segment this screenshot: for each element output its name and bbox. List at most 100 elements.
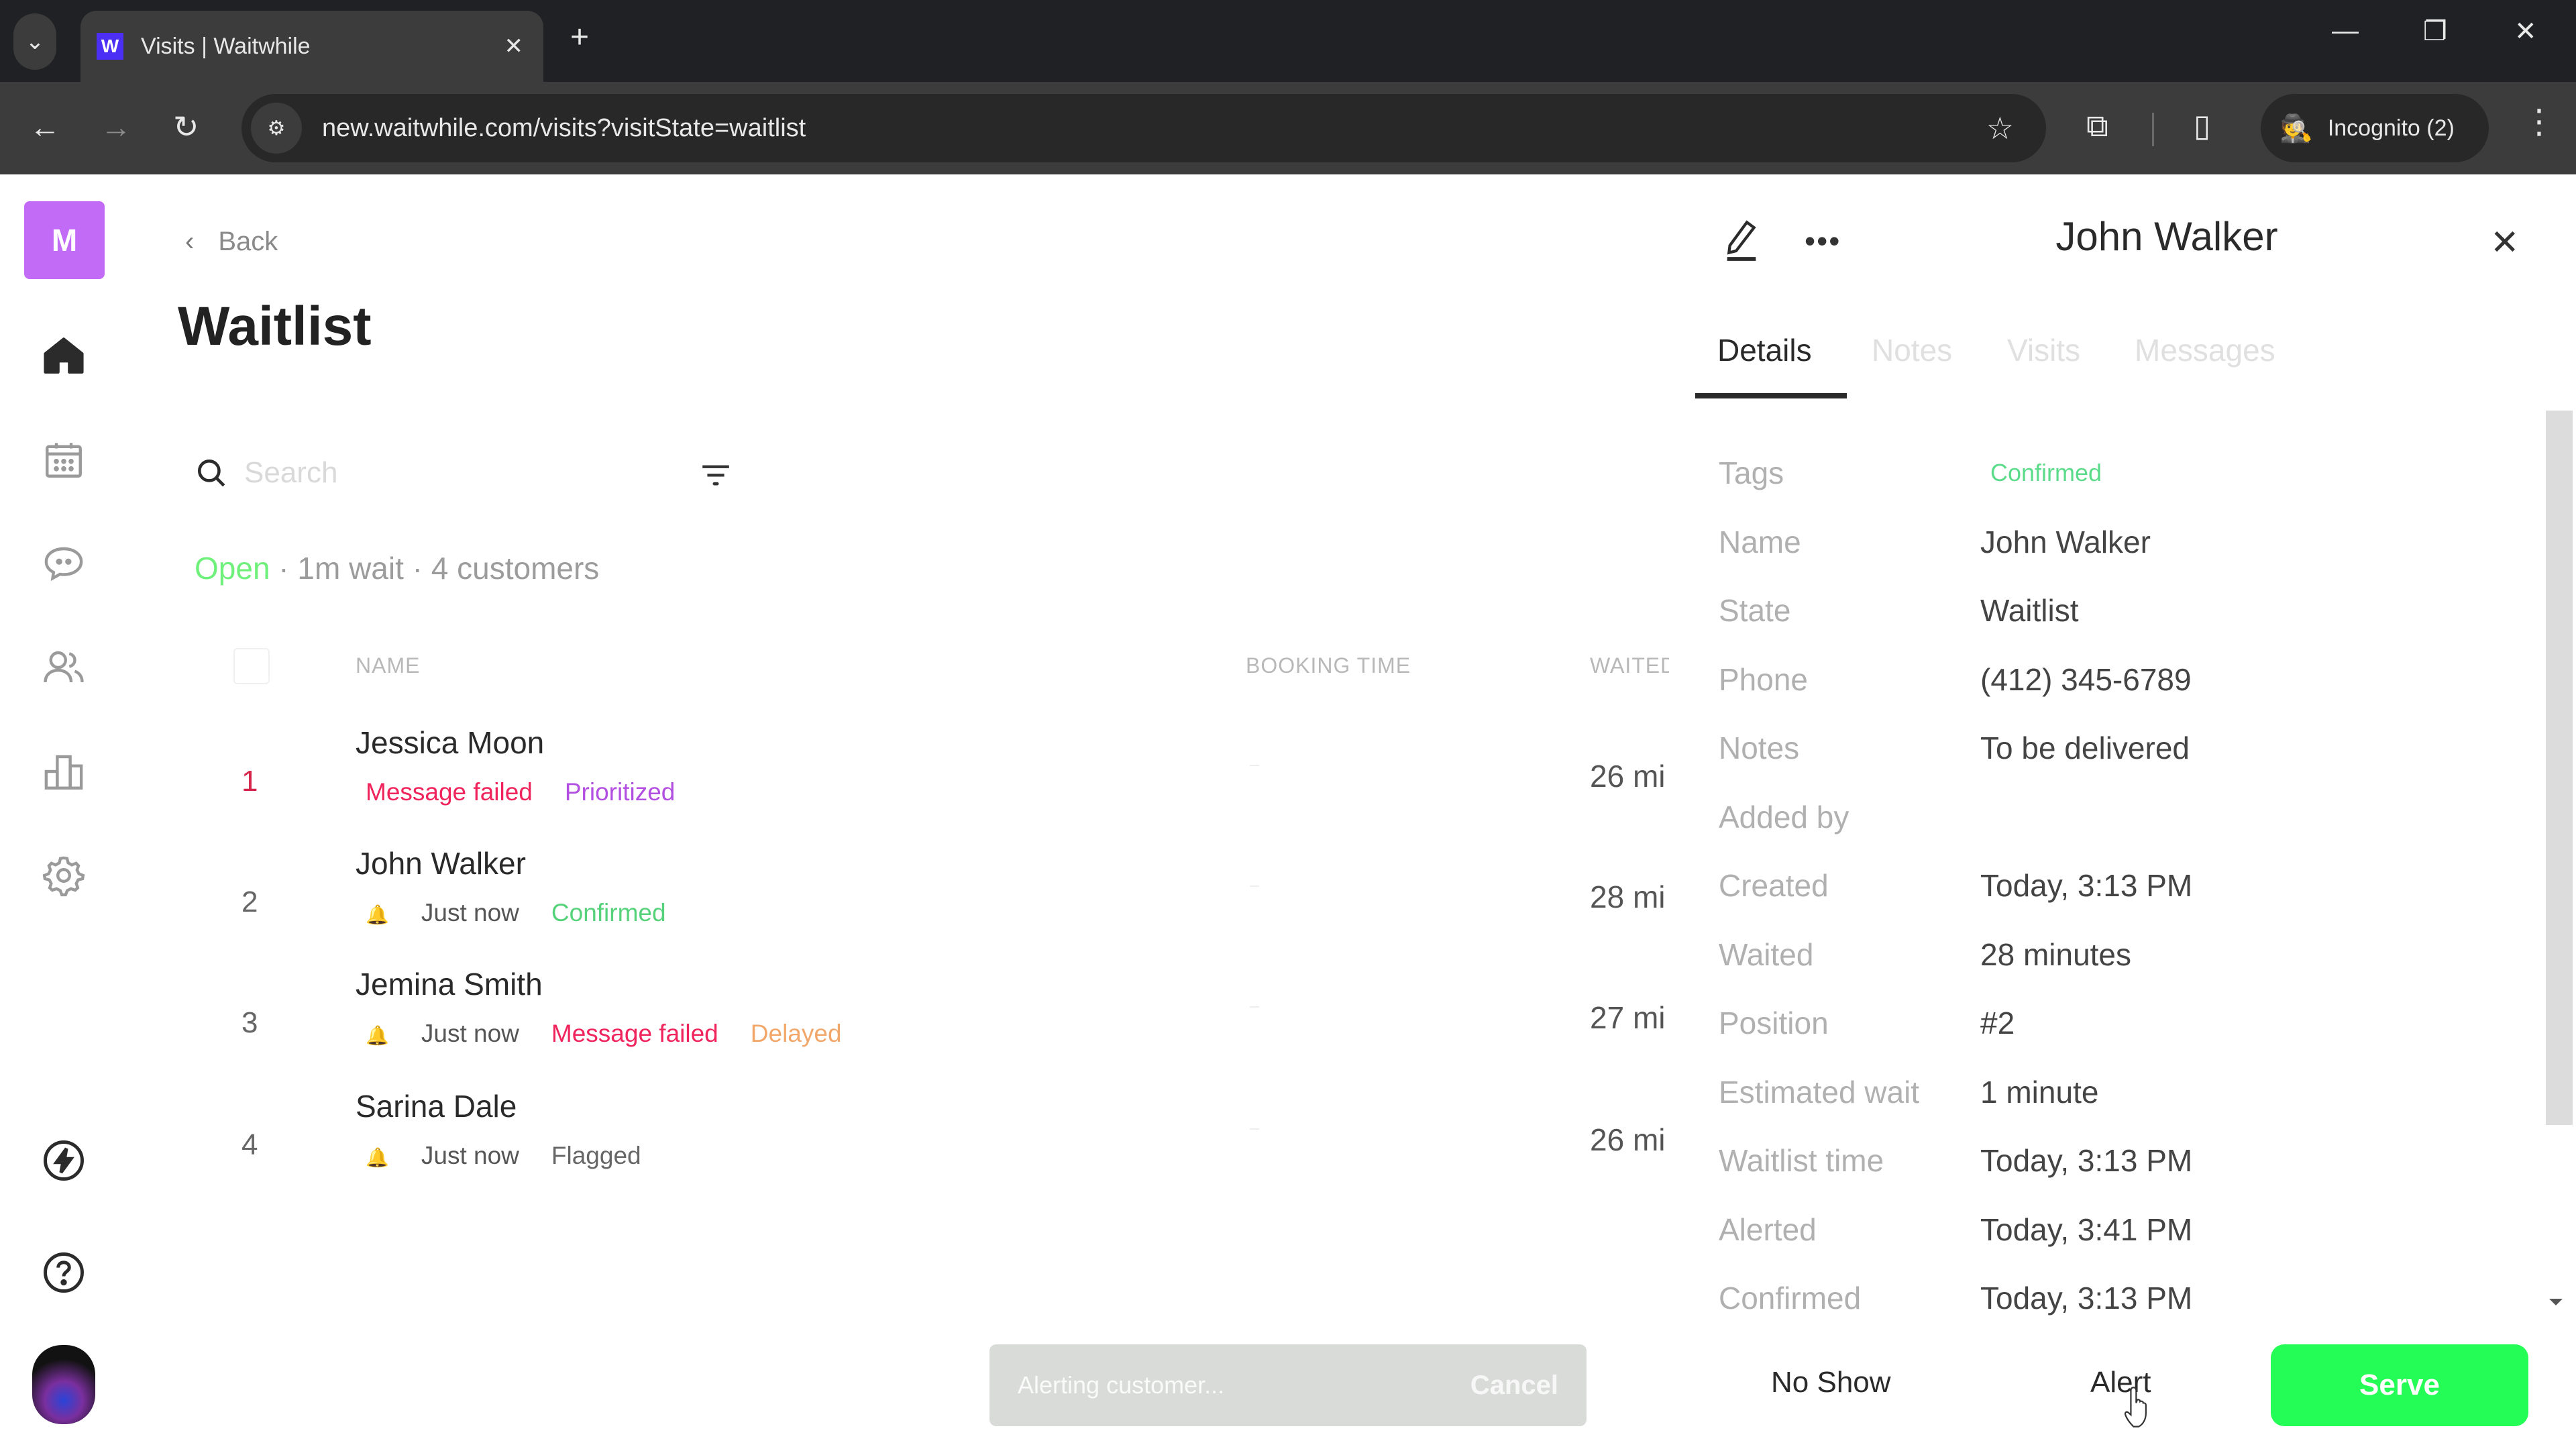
user-avatar[interactable] [32, 1345, 95, 1424]
detail-label: Created [1719, 868, 1829, 903]
customer-name[interactable]: Jemina Smith [356, 966, 543, 1002]
waitwhile-favicon-icon: W [97, 33, 123, 60]
alert-time: Just now [421, 899, 519, 926]
detail-label: Alerted [1719, 1212, 1817, 1247]
new-tab-button[interactable]: + [570, 19, 589, 56]
tab-messages[interactable]: Messages [2135, 332, 2275, 368]
alert-status: 🔔 Just now [366, 1020, 519, 1048]
browser-toolbar: ← → ↻ ⚙ new.waitwhile.com/visits?visitSt… [0, 82, 2576, 174]
serve-button[interactable]: Serve [2271, 1344, 2528, 1426]
search-icon [198, 460, 225, 487]
scroll-down-arrow-icon[interactable] [2549, 1299, 2563, 1305]
column-header-name[interactable]: NAME [356, 653, 420, 678]
alert-time: Just now [421, 1020, 519, 1047]
detail-value: 28 minutes [1980, 937, 2132, 972]
calendar-icon[interactable] [37, 433, 91, 486]
tag-delayed: Delayed [750, 1020, 842, 1047]
alerting-toast: Alerting customer... Cancel [989, 1344, 1587, 1426]
location-logo[interactable]: M [24, 201, 105, 279]
customer-name[interactable]: John Walker [356, 845, 526, 881]
detail-row-added-by: Added by [1719, 799, 2510, 839]
more-options-icon[interactable]: ••• [1805, 223, 1841, 259]
detail-label: Phone [1719, 662, 1809, 697]
back-label: Back [218, 227, 278, 256]
search-input[interactable] [244, 456, 647, 490]
detail-label: Estimated wait [1719, 1075, 1920, 1110]
booking-time-empty [1250, 765, 1259, 766]
reload-icon[interactable]: ↻ [173, 109, 199, 145]
table-row[interactable]: 3 Jemina Smith 🔔 Just now Message failed Dela… [178, 966, 1674, 1087]
tab-visits[interactable]: Visits [2007, 332, 2080, 368]
detail-label: Added by [1719, 800, 1849, 835]
customer-name[interactable]: Sarina Dale [356, 1088, 517, 1124]
customer-name[interactable]: Jessica Moon [356, 724, 544, 761]
back-link[interactable]: ‹ Back [185, 227, 278, 257]
queue-position: 4 [241, 1128, 258, 1161]
alert-status: 🔔 Just now [366, 1142, 519, 1170]
detail-label: Position [1719, 1006, 1829, 1040]
browser-tab-active[interactable]: W Visits | Waitwhile ✕ [80, 11, 543, 82]
address-bar[interactable]: ⚙ new.waitwhile.com/visits?visitState=wa… [241, 94, 2046, 162]
minimize-icon[interactable]: — [2332, 16, 2359, 46]
browser-menu-icon[interactable]: ⋮ [2522, 102, 2556, 141]
bookmark-star-icon[interactable]: ☆ [1986, 110, 2014, 146]
home-icon[interactable] [37, 329, 91, 382]
alert-status: 🔔 Just now [366, 899, 519, 927]
column-header-waited[interactable]: WAITED [1590, 653, 1669, 678]
close-panel-icon[interactable]: ✕ [2490, 223, 2520, 263]
open-status: Open [195, 551, 270, 586]
restore-icon[interactable]: ❐ [2423, 16, 2447, 47]
detail-label: Notes [1719, 731, 1800, 765]
edit-pencil-icon[interactable] [1723, 219, 1760, 262]
detail-value: Today, 3:41 PM [1980, 1212, 2193, 1247]
analytics-icon[interactable] [37, 745, 91, 798]
no-show-button[interactable]: No Show [1771, 1366, 1891, 1399]
row-tags: 🔔 Just now Message failed Delayed [366, 1020, 874, 1048]
tag-flagged: Flagged [551, 1142, 641, 1169]
back-arrow-icon[interactable]: ← [30, 109, 60, 145]
settings-gear-icon[interactable] [37, 849, 91, 902]
detail-value: Today, 3:13 PM [1980, 868, 2193, 903]
search-bar [195, 449, 731, 496]
waited-time: 27 mi [1590, 1000, 1666, 1035]
column-header-booking-time[interactable]: BOOKING TIME [1246, 653, 1411, 678]
url-text[interactable]: new.waitwhile.com/visits?visitState=wait… [322, 114, 1986, 143]
bell-icon: 🔔 [366, 1147, 389, 1168]
incognito-badge[interactable]: 🕵 Incognito (2) [2261, 94, 2489, 162]
detail-label: Waited [1719, 937, 1814, 972]
detail-row-state: State Waitlist [1719, 592, 2510, 633]
site-info-icon[interactable]: ⚙ [251, 103, 302, 154]
panel-scrollbar-thumb[interactable] [2546, 411, 2573, 1125]
row-tags: 🔔 Just now Confirmed [366, 899, 698, 927]
detail-value: #2 [1980, 1006, 2015, 1040]
hand-cursor-icon [2124, 1387, 2147, 1428]
cancel-alert-button[interactable]: Cancel [1470, 1371, 1558, 1401]
table-row[interactable]: 2 John Walker 🔔 Just now Confirmed 28 mi [178, 845, 1674, 966]
tag-confirmed: Confirmed [551, 899, 666, 926]
customers-icon[interactable] [37, 641, 91, 694]
tab-notes[interactable]: Notes [1872, 332, 1952, 368]
detail-row-created: Created Today, 3:13 PM [1719, 867, 2510, 908]
detail-row-tags: Tags Confirmed [1719, 455, 2510, 495]
tab-details[interactable]: Details [1717, 332, 1812, 368]
lightning-bolt-icon[interactable] [37, 1134, 91, 1187]
side-panel-icon[interactable]: ▯ [2194, 107, 2210, 144]
table-row[interactable]: 1 Jessica Moon Message failed Prioritized 26… [178, 724, 1674, 845]
window-close-icon[interactable]: ✕ [2514, 16, 2537, 47]
panel-title: John Walker [2055, 214, 2278, 259]
help-question-icon[interactable] [37, 1246, 91, 1299]
table-row[interactable]: 4 Sarina Dale 🔔 Just now Flagged 26 mi [178, 1088, 1674, 1209]
chat-bubble-icon[interactable] [37, 537, 91, 590]
tab-close-icon[interactable]: ✕ [504, 33, 524, 60]
extensions-icon[interactable]: ⧉ [2086, 107, 2108, 145]
browser-tab-bar: ⌄ W Visits | Waitwhile ✕ + — ❐ ✕ [0, 0, 2576, 82]
select-all-checkbox[interactable] [233, 648, 270, 684]
detail-row-notes: Notes To be delivered [1719, 730, 2510, 770]
filter-icon[interactable] [701, 463, 731, 487]
forward-arrow-icon[interactable]: → [101, 109, 131, 145]
detail-row-phone: Phone (412) 345-6789 [1719, 661, 2510, 702]
booking-time-empty [1250, 885, 1259, 887]
row-tags: 🔔 Just now Flagged [366, 1142, 674, 1170]
queue-position: 1 [241, 765, 258, 798]
tab-search-button[interactable]: ⌄ [13, 13, 56, 70]
